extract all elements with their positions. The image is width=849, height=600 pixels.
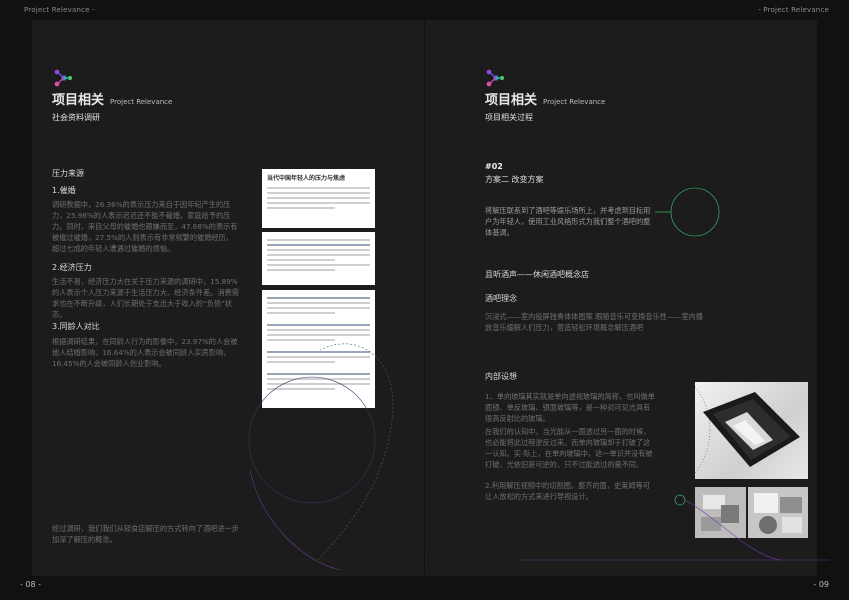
item-heading: 3.同龄人对比 [52,322,100,331]
item-heading: 1.催婚 [52,186,76,195]
item-body: 调研数据中，26.36%的表示压力来自于因年纪产生的压力，25.98%的人表示迟… [52,200,238,253]
item-body: 生活不易，经济压力大在关于压力来源的调研中，15.89%的人表示个人压力来源于生… [52,277,239,319]
page-title-right: 项目相关 Project Relevance [485,93,606,108]
page-number-left: - 08 - [20,580,42,589]
right-subtitle: 项目相关过程 [485,113,533,122]
brochure-spread: Project Relevance - - Project Relevance … [0,0,849,600]
concept-body: 沉浸式——室内投屏独奏体体图案 跟随音乐可变换音乐性——室内播放音乐缓解人们压力… [485,312,703,332]
news-screenshot [262,290,375,408]
plan-body: 将解压联系到了酒吧等娱乐场所上，并考虑到目标用户为年轻人，使用工业风格形式为我们… [485,206,651,237]
item-heading: 2.经济压力 [52,263,92,272]
left-subtitle: 社会资料调研 [52,113,100,122]
item-body: 根据调研结果，在同龄人行为的影像中，23.97%的人会被他人结婚影响，16.64… [52,337,238,368]
plan-number: #02 [485,162,503,171]
news-title: 当代中国年轻人的压力与焦虑 [267,175,346,182]
project-logo-icon [486,69,504,87]
interior-paragraph: 2.利用解压视频中的切割图，整齐的面，史莱姆等可让人放松的方式来进行导视设计。 [485,481,650,501]
interior-paragraph: 1、单向玻璃其实就是单向透视玻璃的简称，也叫做单面镜、单反玻璃、镜面玻璃等，是一… [485,392,655,423]
slime-photo [748,487,808,538]
conclusion-text: 经过调研，我们我们从轻食店解压的方式转向了酒吧进一步加深了解压的概念。 [52,524,239,544]
page-title-left: 项目相关 Project Relevance [52,93,173,108]
cutting-photo [695,487,746,538]
one-way-mirror-photo [695,382,808,479]
interior-paragraph: 在我们的认知中，当光能从一面透过另一面的时候，也必能将此过程逆反过来。而单向玻璃… [485,427,653,469]
mirror-illustration [703,392,800,467]
plan-title: 方案二 改变方案 [485,175,544,184]
page-number-right: - 09 [813,580,829,589]
header-left: Project Relevance - [24,6,95,14]
interior-heading: 内部设想 [485,372,517,381]
project-logo-icon [54,69,72,87]
news-screenshot: 当代中国年轻人的压力与焦虑 [262,169,375,228]
concept-heading: 酒吧理念 [485,294,517,303]
section-heading: 压力来源 [52,169,84,178]
news-screenshot [262,232,375,285]
bar-name: 且听酒声——休闲酒吧概念店 [485,270,589,279]
header-right: - Project Relevance [758,6,829,14]
